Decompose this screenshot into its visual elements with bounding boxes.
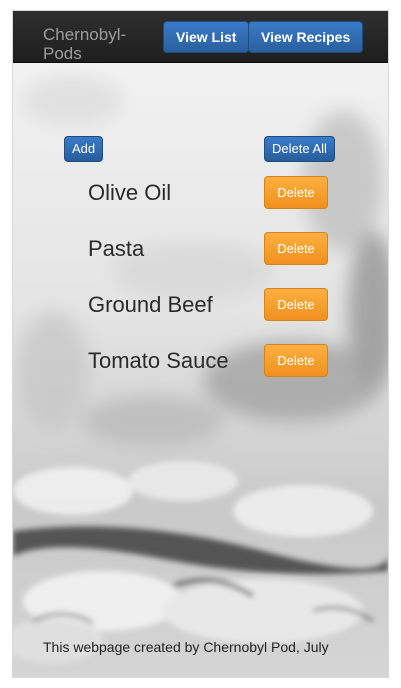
view-list-button[interactable]: View List: [163, 21, 250, 53]
view-recipes-button[interactable]: View Recipes: [248, 21, 364, 53]
list-item: Pasta Delete: [13, 232, 388, 272]
add-button[interactable]: Add: [64, 136, 104, 162]
item-name: Tomato Sauce: [88, 348, 229, 373]
item-name: Ground Beef: [88, 292, 213, 317]
delete-item-button[interactable]: Delete: [264, 344, 328, 377]
delete-item-button[interactable]: Delete: [264, 232, 328, 265]
footer-text: This webpage created by Chernobyl Pod, J…: [43, 639, 329, 655]
item-name: Olive Oil: [88, 180, 172, 205]
app-frame: Chernobyl-Pods View List View Recipes Ad…: [13, 11, 388, 677]
list-item: Olive Oil Delete: [13, 176, 388, 216]
navbar: Chernobyl-Pods View List View Recipes: [13, 11, 388, 63]
list-item: Ground Beef Delete: [13, 288, 388, 328]
delete-item-button[interactable]: Delete: [264, 176, 328, 209]
list-item: Tomato Sauce Delete: [13, 344, 388, 384]
delete-item-button[interactable]: Delete: [264, 288, 328, 321]
item-name: Pasta: [88, 236, 145, 261]
delete-all-button[interactable]: Delete All: [264, 136, 335, 162]
brand-link[interactable]: Chernobyl-Pods: [43, 25, 153, 63]
